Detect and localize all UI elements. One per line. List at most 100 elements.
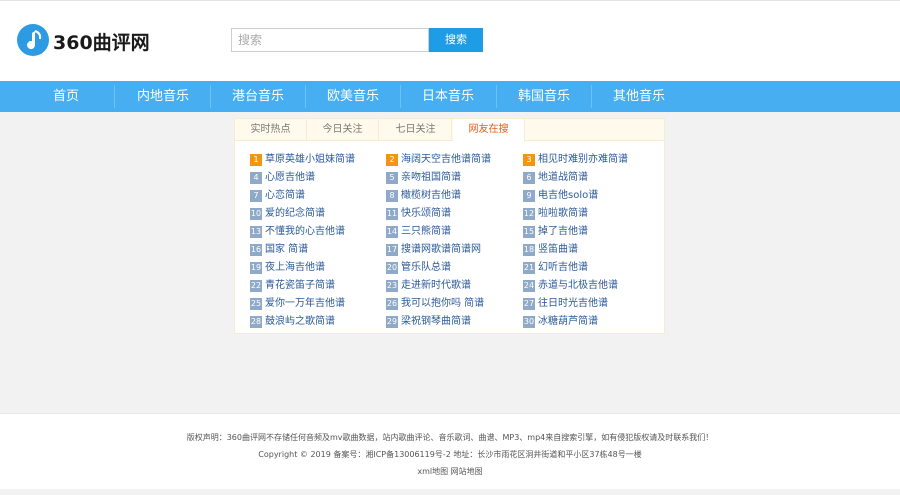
tab-today-focus[interactable]: 今日关注: [307, 119, 379, 141]
list-item[interactable]: 3 相见时难别亦难简谱: [523, 151, 658, 169]
list-item-title: 搜谱网歌谱简谱网: [401, 244, 481, 255]
list-item-title: 相见时难别亦难简谱: [538, 154, 628, 165]
list-item-title: 快乐颂简谱: [401, 208, 451, 219]
list-item-title: 爱的纪念简谱: [265, 208, 325, 219]
list-item-title: 三只熊简谱: [401, 226, 451, 237]
list-item[interactable]: 20 管乐队总谱: [386, 259, 521, 277]
list-item-title: 幻听吉他谱: [538, 262, 588, 273]
list-item-title: 国家 简谱: [265, 244, 309, 255]
list-item-title: 橄榄树吉他谱: [401, 190, 461, 201]
list-item[interactable]: 15 掉了吉他谱: [523, 223, 658, 241]
list-item[interactable]: 22 青花瓷笛子简谱: [250, 277, 385, 295]
list-item[interactable]: 24 赤道与北极吉他谱: [523, 277, 658, 295]
list-item-title: 梁祝钢琴曲简谱: [401, 316, 471, 327]
list-item[interactable]: 29 梁祝钢琴曲简谱: [386, 313, 521, 331]
panel-tabs: 实时热点 今日关注 七日关注 网友在搜: [235, 119, 664, 142]
list-item-title: 心恋简谱: [265, 190, 305, 201]
list-item[interactable]: 14 三只熊简谱: [386, 223, 521, 241]
list-item-title: 管乐队总谱: [401, 262, 451, 273]
list-item[interactable]: 8 橄榄树吉他谱: [386, 187, 521, 205]
list-item[interactable]: 10 爱的纪念简谱: [250, 205, 385, 223]
list-item[interactable]: 7 心恋简谱: [250, 187, 385, 205]
rank-badge: 17: [386, 244, 398, 256]
list-item[interactable]: 13 不懂我的心吉他谱: [250, 223, 385, 241]
rank-badge: 24: [523, 280, 535, 292]
nav-item-other[interactable]: 其他音乐: [591, 81, 687, 112]
rank-badge: 20: [386, 262, 398, 274]
list-item[interactable]: 12 啦啦歌简谱: [523, 205, 658, 223]
rank-badge: 23: [386, 280, 398, 292]
nav-item-korea[interactable]: 韩国音乐: [496, 81, 592, 112]
site-header: 360曲评网 搜索: [0, 0, 900, 81]
list-item[interactable]: 2 海阔天空吉他谱简谱: [386, 151, 521, 169]
list-item-title: 不懂我的心吉他谱: [265, 226, 345, 237]
rank-badge: 18: [523, 244, 535, 256]
tab-user-searches[interactable]: 网友在搜: [453, 119, 525, 142]
list-item[interactable]: 23 走进新时代歌谱: [386, 277, 521, 295]
list-item[interactable]: 9 电吉他solo谱: [523, 187, 658, 205]
footer-link-sitemap[interactable]: 网站地图: [451, 467, 483, 476]
rank-badge: 1: [250, 154, 262, 166]
rank-badge: 9: [523, 190, 535, 202]
music-note-logo-icon: [17, 24, 49, 56]
nav-item-mainland[interactable]: 内地音乐: [115, 81, 211, 112]
list-item-title: 我可以抱你吗 简谱: [401, 298, 485, 309]
list-item-title: 冰糖葫芦简谱: [538, 316, 598, 327]
list-item-title: 往日时光吉他谱: [538, 298, 608, 309]
rank-badge: 22: [250, 280, 262, 292]
list-item[interactable]: 18 竖笛曲谱: [523, 241, 658, 259]
rank-badge: 28: [250, 316, 262, 328]
nav-item-japan[interactable]: 日本音乐: [400, 81, 496, 112]
list-item-title: 夜上海吉他谱: [265, 262, 325, 273]
list-item[interactable]: 17 搜谱网歌谱简谱网: [386, 241, 521, 259]
rank-badge: 4: [250, 172, 262, 184]
nav-item-home[interactable]: 首页: [18, 81, 114, 112]
rank-badge: 3: [523, 154, 535, 166]
nav-item-western[interactable]: 欧美音乐: [305, 81, 401, 112]
site-footer: 版权声明：360曲评网不存储任何音频及mv歌曲数据，站内歌曲评论、音乐歌词、曲谱…: [0, 413, 900, 489]
list-item[interactable]: 6 地道战简谱: [523, 169, 658, 187]
rank-badge: 6: [523, 172, 535, 184]
list-item[interactable]: 28 鼓浪屿之歌简谱: [250, 313, 385, 331]
list-item-title: 地道战简谱: [538, 172, 588, 183]
list-item[interactable]: 19 夜上海吉他谱: [250, 259, 385, 277]
list-item[interactable]: 5 亲吻祖国简谱: [386, 169, 521, 187]
list-item[interactable]: 1 草原英雄小姐妹简谱: [250, 151, 385, 169]
list-item[interactable]: 21 幻听吉他谱: [523, 259, 658, 277]
rank-badge: 12: [523, 208, 535, 220]
rank-badge: 14: [386, 226, 398, 238]
rank-badge: 26: [386, 298, 398, 310]
list-item[interactable]: 25 爱你一万年吉他谱: [250, 295, 385, 313]
rank-badge: 25: [250, 298, 262, 310]
site-logo[interactable]: 360曲评网: [17, 24, 150, 64]
list-item-title: 走进新时代歌谱: [401, 280, 471, 291]
rank-badge: 13: [250, 226, 262, 238]
nav-item-hktw[interactable]: 港台音乐: [210, 81, 306, 112]
bottom-bar: [0, 489, 900, 495]
list-item[interactable]: 16 国家 简谱: [250, 241, 385, 259]
search-button[interactable]: 搜索: [429, 28, 483, 52]
list-item[interactable]: 4 心愿吉他谱: [250, 169, 385, 187]
list-item[interactable]: 27 往日时光吉他谱: [523, 295, 658, 313]
list-item-title: 海阔天空吉他谱简谱: [401, 154, 491, 165]
rank-badge: 30: [523, 316, 535, 328]
list-item[interactable]: 30 冰糖葫芦简谱: [523, 313, 658, 331]
list-item-title: 掉了吉他谱: [538, 226, 588, 237]
rank-badge: 7: [250, 190, 262, 202]
list-item-title: 心愿吉他谱: [265, 172, 315, 183]
rank-badge: 27: [523, 298, 535, 310]
tab-realtime-hot[interactable]: 实时热点: [235, 119, 307, 141]
list-item[interactable]: 26 我可以抱你吗 简谱: [386, 295, 521, 313]
hot-search-panel: 实时热点 今日关注 七日关注 网友在搜 1 草原英雄小姐妹简谱 2 海阔天空吉他谱简谱…: [234, 118, 665, 334]
rank-badge: 10: [250, 208, 262, 220]
rank-badge: 5: [386, 172, 398, 184]
footer-link-xml-map[interactable]: xml地图: [417, 467, 448, 476]
list-item-title: 亲吻祖国简谱: [401, 172, 461, 183]
tab-week-focus[interactable]: 七日关注: [380, 119, 452, 141]
search-input[interactable]: [231, 28, 429, 52]
list-item[interactable]: 11 快乐颂简谱: [386, 205, 521, 223]
list-item-title: 啦啦歌简谱: [538, 208, 588, 219]
rank-badge: 16: [250, 244, 262, 256]
rank-badge: 29: [386, 316, 398, 328]
rank-badge: 15: [523, 226, 535, 238]
